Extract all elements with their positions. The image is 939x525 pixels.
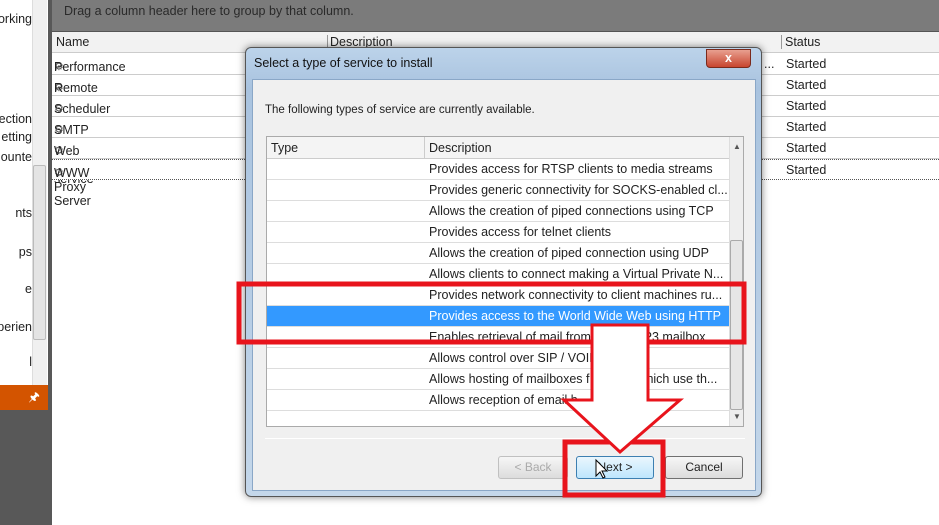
highlight-box-next-button xyxy=(562,439,666,498)
highlight-box-selected-row xyxy=(236,281,747,345)
mouse-cursor-icon xyxy=(595,458,609,479)
annotation-overlay xyxy=(236,281,747,498)
